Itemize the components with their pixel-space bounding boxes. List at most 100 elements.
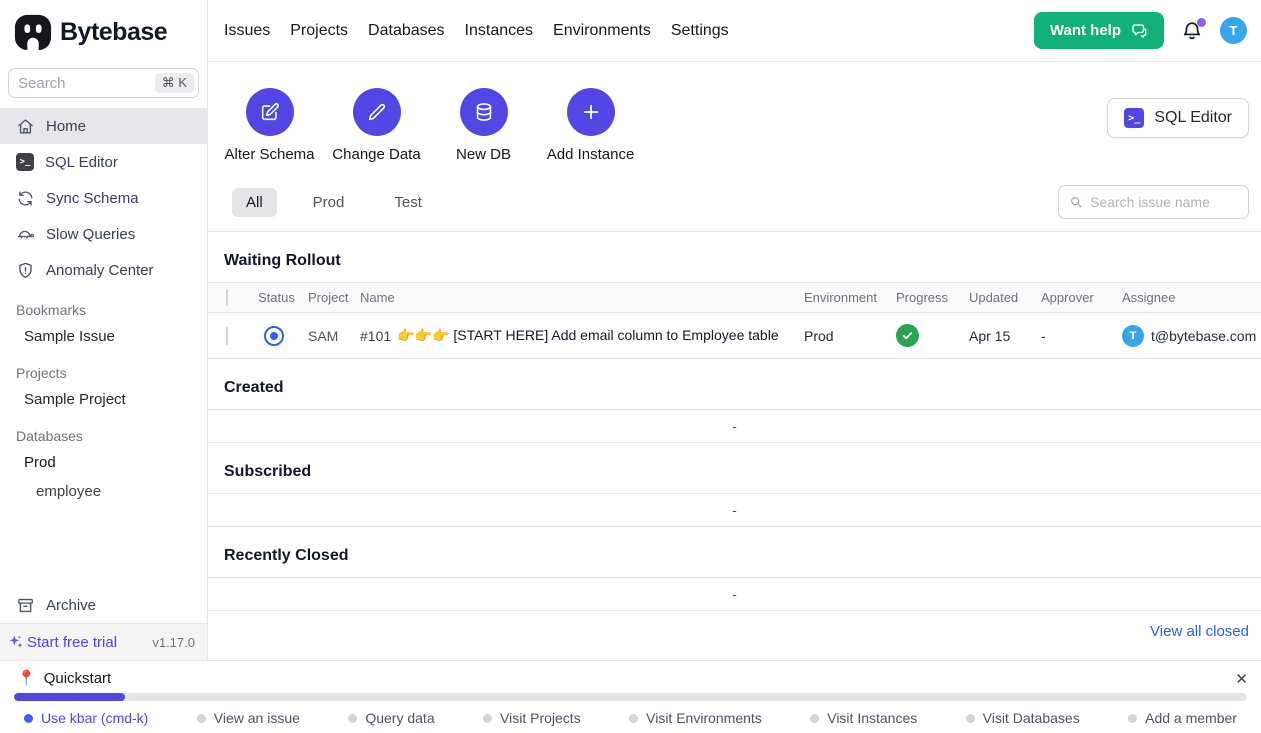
quick-action-label: Add Instance	[547, 146, 635, 163]
sidebar-item-home[interactable]: Home	[0, 108, 207, 144]
quickstart-tasks: Use kbar (cmd-k) View an issue Query dat…	[0, 701, 1261, 726]
want-help-button[interactable]: Want help	[1034, 12, 1164, 49]
user-avatar[interactable]: T	[1220, 17, 1247, 44]
task-use-kbar[interactable]: Use kbar (cmd-k)	[24, 710, 148, 726]
nav-databases[interactable]: Databases	[368, 22, 445, 40]
sidebar-item-sample-issue[interactable]: Sample Issue	[0, 322, 207, 351]
tab-test[interactable]: Test	[380, 188, 436, 217]
quick-actions: Alter Schema Change Data New DB Add Inst…	[208, 62, 1261, 163]
sidebar-item-anomaly-center[interactable]: Anomaly Center	[0, 252, 207, 288]
start-free-trial-link[interactable]: Start free trial	[8, 634, 117, 651]
col-status: Status	[258, 290, 308, 305]
task-visit-databases[interactable]: Visit Databases	[966, 710, 1080, 726]
sidebar-item-label: Anomaly Center	[46, 262, 154, 279]
terminal-icon: >_	[1124, 108, 1144, 128]
home-icon	[16, 117, 35, 136]
task-dot-icon	[483, 714, 492, 723]
col-project: Project	[308, 290, 360, 305]
issue-table-header: Status Project Name Environment Progress…	[208, 282, 1261, 313]
task-query-data[interactable]: Query data	[348, 710, 434, 726]
add-instance-button[interactable]: Add Instance	[553, 88, 628, 163]
sidebar-item-slow-queries[interactable]: Slow Queries	[0, 216, 207, 252]
environment-tabs: All Prod Test	[208, 185, 1261, 232]
new-db-button[interactable]: New DB	[446, 88, 521, 163]
edit-square-icon	[259, 101, 281, 123]
task-dot-icon	[810, 714, 819, 723]
sidebar-item-label: SQL Editor	[45, 154, 118, 171]
tab-all[interactable]: All	[232, 188, 277, 217]
version-label: v1.17.0	[152, 635, 195, 650]
trial-label: Start free trial	[27, 634, 117, 651]
section-title-subscribed: Subscribed	[208, 443, 1261, 493]
quickstart-progress-track	[14, 693, 1247, 701]
change-data-button[interactable]: Change Data	[339, 88, 414, 163]
col-progress: Progress	[896, 290, 969, 305]
issue-environment: Prod	[804, 328, 896, 344]
sql-editor-button[interactable]: >_ SQL Editor	[1107, 98, 1249, 138]
task-dot-icon	[24, 714, 33, 723]
sidebar-item-label: Slow Queries	[46, 226, 135, 243]
col-environment: Environment	[804, 290, 896, 305]
sidebar-footer: Start free trial v1.17.0	[0, 623, 207, 660]
database-icon	[473, 101, 495, 123]
task-visit-environments[interactable]: Visit Environments	[629, 710, 762, 726]
col-updated: Updated	[969, 290, 1041, 305]
issue-search-input[interactable]	[1090, 194, 1238, 210]
assignee-avatar: T	[1122, 325, 1144, 347]
section-title-recently-closed: Recently Closed	[208, 527, 1261, 577]
sidebar-item-archive[interactable]: Archive	[0, 587, 207, 623]
sidebar-item-sample-project[interactable]: Sample Project	[0, 385, 207, 414]
quick-action-label: New DB	[456, 146, 511, 163]
quick-action-label: Change Data	[332, 146, 420, 163]
sidebar-search-input[interactable]	[18, 75, 155, 92]
want-help-label: Want help	[1050, 22, 1121, 39]
brand-logo[interactable]: Bytebase	[0, 0, 207, 62]
sparkles-icon	[8, 634, 24, 650]
nav-environments[interactable]: Environments	[553, 22, 651, 40]
select-all-checkbox[interactable]	[226, 289, 228, 306]
progress-check-icon	[896, 324, 919, 347]
alter-schema-button[interactable]: Alter Schema	[232, 88, 307, 163]
view-all-closed-link[interactable]: View all closed	[1150, 623, 1249, 640]
top-nav-links: Issues Projects Databases Instances Envi…	[224, 22, 729, 40]
issue-approver: -	[1041, 328, 1122, 344]
shield-alert-icon	[16, 261, 35, 280]
task-add-a-member[interactable]: Add a member	[1128, 710, 1237, 726]
quickstart-progress-fill	[14, 693, 125, 701]
issue-search[interactable]	[1058, 185, 1249, 219]
sidebar-item-sql-editor[interactable]: >_ SQL Editor	[0, 144, 207, 180]
quick-action-label: Alter Schema	[224, 146, 314, 163]
task-dot-icon	[966, 714, 975, 723]
archive-icon	[16, 596, 35, 615]
task-visit-projects[interactable]: Visit Projects	[483, 710, 581, 726]
sidebar-search[interactable]: ⌘ K	[8, 68, 199, 98]
task-view-an-issue[interactable]: View an issue	[197, 710, 300, 726]
sidebar-item-employee[interactable]: employee	[0, 477, 207, 506]
notification-bell[interactable]	[1181, 20, 1203, 42]
nav-instances[interactable]: Instances	[465, 22, 533, 40]
sidebar-item-sync-schema[interactable]: Sync Schema	[0, 180, 207, 216]
row-checkbox[interactable]	[226, 327, 228, 345]
issue-title: 👉👉👉 [START HERE] Add email column to Emp…	[397, 327, 778, 344]
nav-projects[interactable]: Projects	[290, 22, 348, 40]
turtle-icon	[16, 225, 35, 244]
tab-prod[interactable]: Prod	[299, 188, 359, 217]
nav-settings[interactable]: Settings	[671, 22, 729, 40]
task-dot-icon	[197, 714, 206, 723]
col-name: Name	[360, 290, 804, 305]
quickstart-bar: 📍 Quickstart ✕ Use kbar (cmd-k) View an …	[0, 660, 1261, 733]
col-assignee: Assignee	[1122, 290, 1261, 305]
sql-editor-button-label: SQL Editor	[1154, 109, 1232, 127]
sidebar: Bytebase ⌘ K Home >_ SQL Editor Sync Sch…	[0, 0, 208, 660]
brand-name: Bytebase	[60, 18, 167, 47]
status-open-icon	[264, 326, 284, 346]
sidebar-item-label: Sync Schema	[46, 190, 139, 207]
quickstart-close-button[interactable]: ✕	[1235, 670, 1248, 688]
task-visit-instances[interactable]: Visit Instances	[810, 710, 917, 726]
notification-dot	[1197, 18, 1206, 27]
issue-project: SAM	[308, 328, 360, 344]
sidebar-item-prod[interactable]: Prod	[0, 448, 207, 477]
main-column: Issues Projects Databases Instances Envi…	[208, 0, 1261, 660]
issue-row[interactable]: SAM #101 👉👉👉 [START HERE] Add email colu…	[208, 313, 1261, 359]
nav-issues[interactable]: Issues	[224, 22, 270, 40]
